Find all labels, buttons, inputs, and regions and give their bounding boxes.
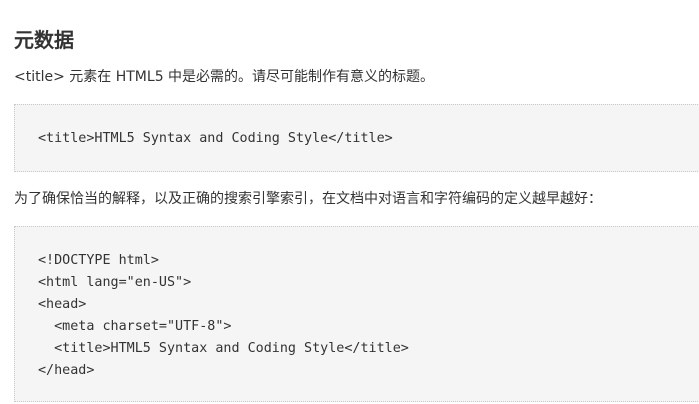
code-line: </head> <box>38 363 95 378</box>
page: 元数据 <title> 元素在 HTML5 中是必需的。请尽可能制作有意义的标题… <box>0 0 699 404</box>
code-block-title-example: <title>HTML5 Syntax and Coding Style</ti… <box>14 104 699 172</box>
code-line: <title>HTML5 Syntax and Coding Style</ti… <box>38 341 409 356</box>
code-line: <!DOCTYPE html> <box>38 253 159 268</box>
code-line: <title>HTML5 Syntax and Coding Style</ti… <box>38 131 393 146</box>
code-line: <html lang="en-US"> <box>38 275 192 290</box>
intro-paragraph: <title> 元素在 HTML5 中是必需的。请尽可能制作有意义的标题。 <box>14 69 435 85</box>
code-block-head-example: <!DOCTYPE html> <html lang="en-US"> <hea… <box>14 226 699 402</box>
code-line: <head> <box>38 297 87 312</box>
code-line: <meta charset="UTF-8"> <box>38 319 232 334</box>
charset-paragraph: 为了确保恰当的解释，以及正确的搜索引擎索引，在文档中对语言和字符编码的定义越早越… <box>14 191 602 207</box>
section-heading: 元数据 <box>14 28 74 52</box>
